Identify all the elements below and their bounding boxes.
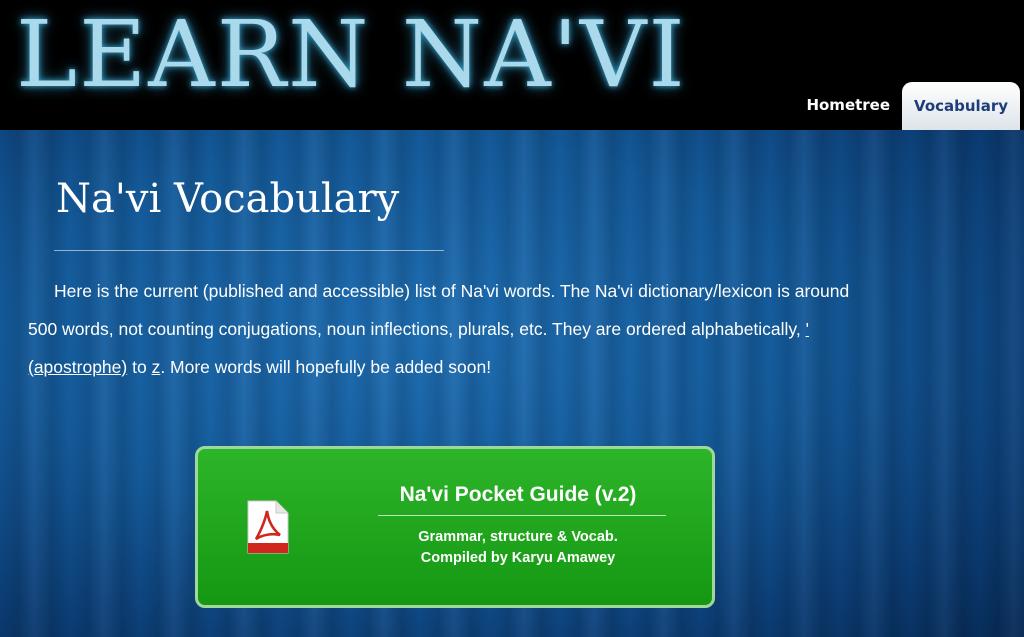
site-header: LEARN NA'VI Hometree Vocabulary bbox=[0, 0, 1024, 130]
guide-author: Compiled by Karyu Amawey bbox=[420, 550, 616, 566]
link-z[interactable]: z bbox=[152, 357, 161, 377]
intro-text-mid: to bbox=[127, 356, 152, 377]
guide-divider bbox=[378, 515, 666, 516]
guide-subtitle: Grammar, structure & Vocab. bbox=[418, 529, 618, 545]
site-logo-title[interactable]: LEARN NA'VI bbox=[16, 0, 687, 110]
main-content: Na'vi Vocabulary Here is the current (pu… bbox=[0, 130, 1024, 637]
tab-hometree[interactable]: Hometree bbox=[794, 80, 902, 130]
intro-text-before: Here is the current (published and acces… bbox=[28, 280, 850, 339]
nav-tabs: Hometree Vocabulary bbox=[794, 80, 1020, 130]
tab-vocabulary[interactable]: Vocabulary bbox=[902, 82, 1020, 130]
page-title: Na'vi Vocabulary bbox=[56, 176, 400, 222]
intro-text-after: . More words will hopefully be added soo… bbox=[160, 356, 492, 377]
intro-paragraph: Here is the current (published and acces… bbox=[28, 272, 858, 386]
pdf-icon bbox=[247, 500, 289, 554]
guide-title: Na'vi Pocket Guide (v.2) bbox=[399, 483, 637, 506]
title-divider bbox=[54, 250, 444, 251]
pocket-guide-download-button[interactable]: Na'vi Pocket Guide (v.2) Grammar, struct… bbox=[195, 446, 715, 608]
